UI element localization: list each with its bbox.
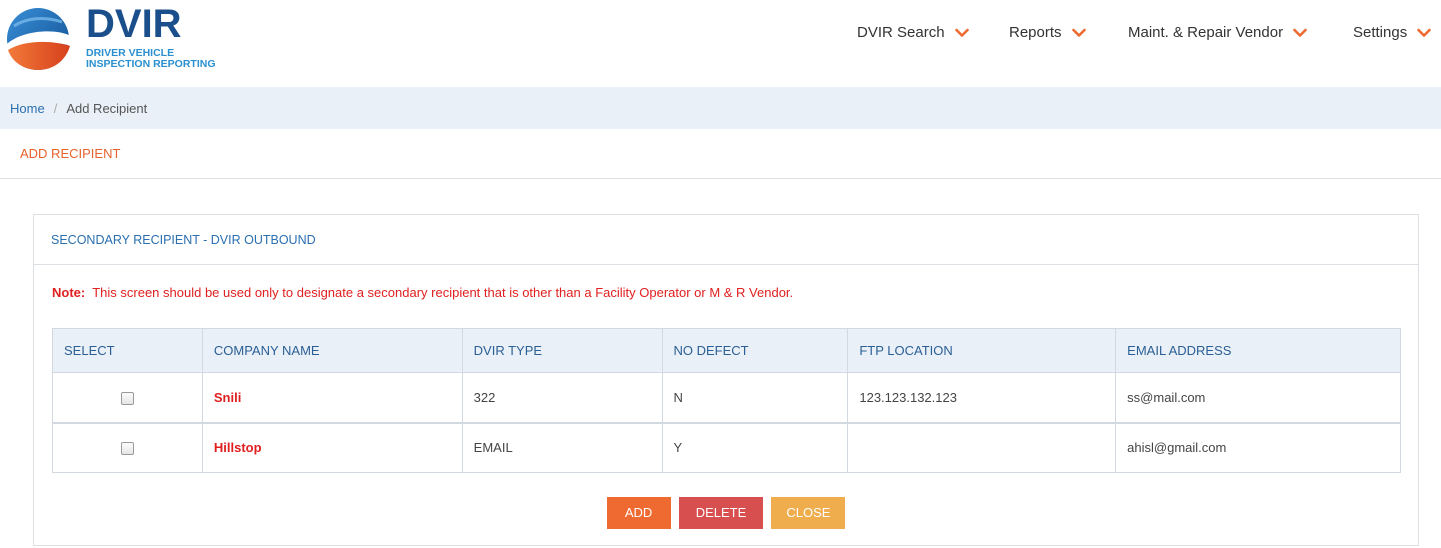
no-defect-cell: N <box>661 372 849 424</box>
ftp-location-cell: 123.123.132.123 <box>847 372 1117 424</box>
dvir-type-cell: EMAIL <box>461 422 663 473</box>
column-header-dvir-type: DVIR TYPE <box>461 328 663 373</box>
table-header-row: SELECT COMPANY NAME DVIR TYPE NO DEFECT … <box>52 328 1401 373</box>
nav-settings[interactable]: Settings <box>1353 24 1432 41</box>
row-select-checkbox[interactable] <box>120 442 134 456</box>
nav-label: Settings <box>1353 24 1408 41</box>
breadcrumb-current: Add Recipient <box>66 100 148 116</box>
select-cell <box>52 372 203 424</box>
column-header-select: SELECT <box>52 328 203 373</box>
nav-label: Reports <box>1009 24 1062 41</box>
breadcrumb-separator: / <box>53 100 58 116</box>
note-message: Note: This screen should be used only to… <box>52 285 793 300</box>
column-header-company-name: COMPANY NAME <box>201 328 463 373</box>
logo-title: DVIR <box>86 2 182 46</box>
action-buttons: ADD DELETE CLOSE <box>34 497 1418 529</box>
delete-button[interactable]: DELETE <box>679 497 763 529</box>
ftp-location-cell <box>847 422 1117 473</box>
breadcrumb: Home / Add Recipient <box>0 87 1441 129</box>
close-button[interactable]: CLOSE <box>771 497 846 529</box>
company-name-cell: Hillstop <box>201 422 463 473</box>
chevron-down-icon <box>1071 28 1086 37</box>
dvir-globe-logo-icon <box>7 8 71 70</box>
email-address-cell: ahisl@gmail.com <box>1115 422 1401 473</box>
select-cell <box>52 422 203 473</box>
nav-dvir-search[interactable]: DVIR Search <box>857 24 969 41</box>
no-defect-cell: Y <box>661 422 849 473</box>
page-title: ADD RECIPIENT <box>20 146 121 161</box>
email-address-cell: ss@mail.com <box>1115 372 1401 424</box>
column-header-email-address: EMAIL ADDRESS <box>1115 328 1401 373</box>
nav-maint-repair-vendor[interactable]: Maint. & Repair Vendor <box>1128 24 1307 41</box>
dvir-logo[interactable]: DVIR DRIVER VEHICLE INSPECTION REPORTING <box>4 2 234 78</box>
add-button[interactable]: ADD <box>606 497 671 529</box>
table-row: Snili 322 N 123.123.132.123 ss@mail.com <box>52 372 1401 424</box>
company-name-cell: Snili <box>201 372 463 424</box>
chevron-down-icon <box>1417 28 1432 37</box>
nav-reports[interactable]: Reports <box>1009 24 1086 41</box>
logo-subtitle-line2: INSPECTION REPORTING <box>86 58 216 70</box>
nav-label: DVIR Search <box>857 24 945 41</box>
breadcrumb-home-link[interactable]: Home <box>10 101 45 116</box>
column-header-no-defect: NO DEFECT <box>661 328 849 373</box>
column-header-ftp-location: FTP LOCATION <box>847 328 1117 373</box>
chevron-down-icon <box>1293 28 1307 37</box>
divider <box>0 178 1441 179</box>
nav-label: Maint. & Repair Vendor <box>1128 24 1284 41</box>
app-header: DVIR DRIVER VEHICLE INSPECTION REPORTING… <box>0 0 1441 87</box>
recipient-panel: SECONDARY RECIPIENT - DVIR OUTBOUND Note… <box>33 214 1419 546</box>
row-select-checkbox[interactable] <box>120 391 134 405</box>
panel-heading: SECONDARY RECIPIENT - DVIR OUTBOUND <box>34 215 1418 265</box>
chevron-down-icon <box>954 28 969 37</box>
note-label: Note: <box>52 285 86 300</box>
dvir-type-cell: 322 <box>461 372 663 424</box>
recipient-table: SELECT COMPANY NAME DVIR TYPE NO DEFECT … <box>52 328 1401 473</box>
note-text: This screen should be used only to desig… <box>92 285 794 300</box>
table-row: Hillstop EMAIL Y ahisl@gmail.com <box>52 422 1401 473</box>
